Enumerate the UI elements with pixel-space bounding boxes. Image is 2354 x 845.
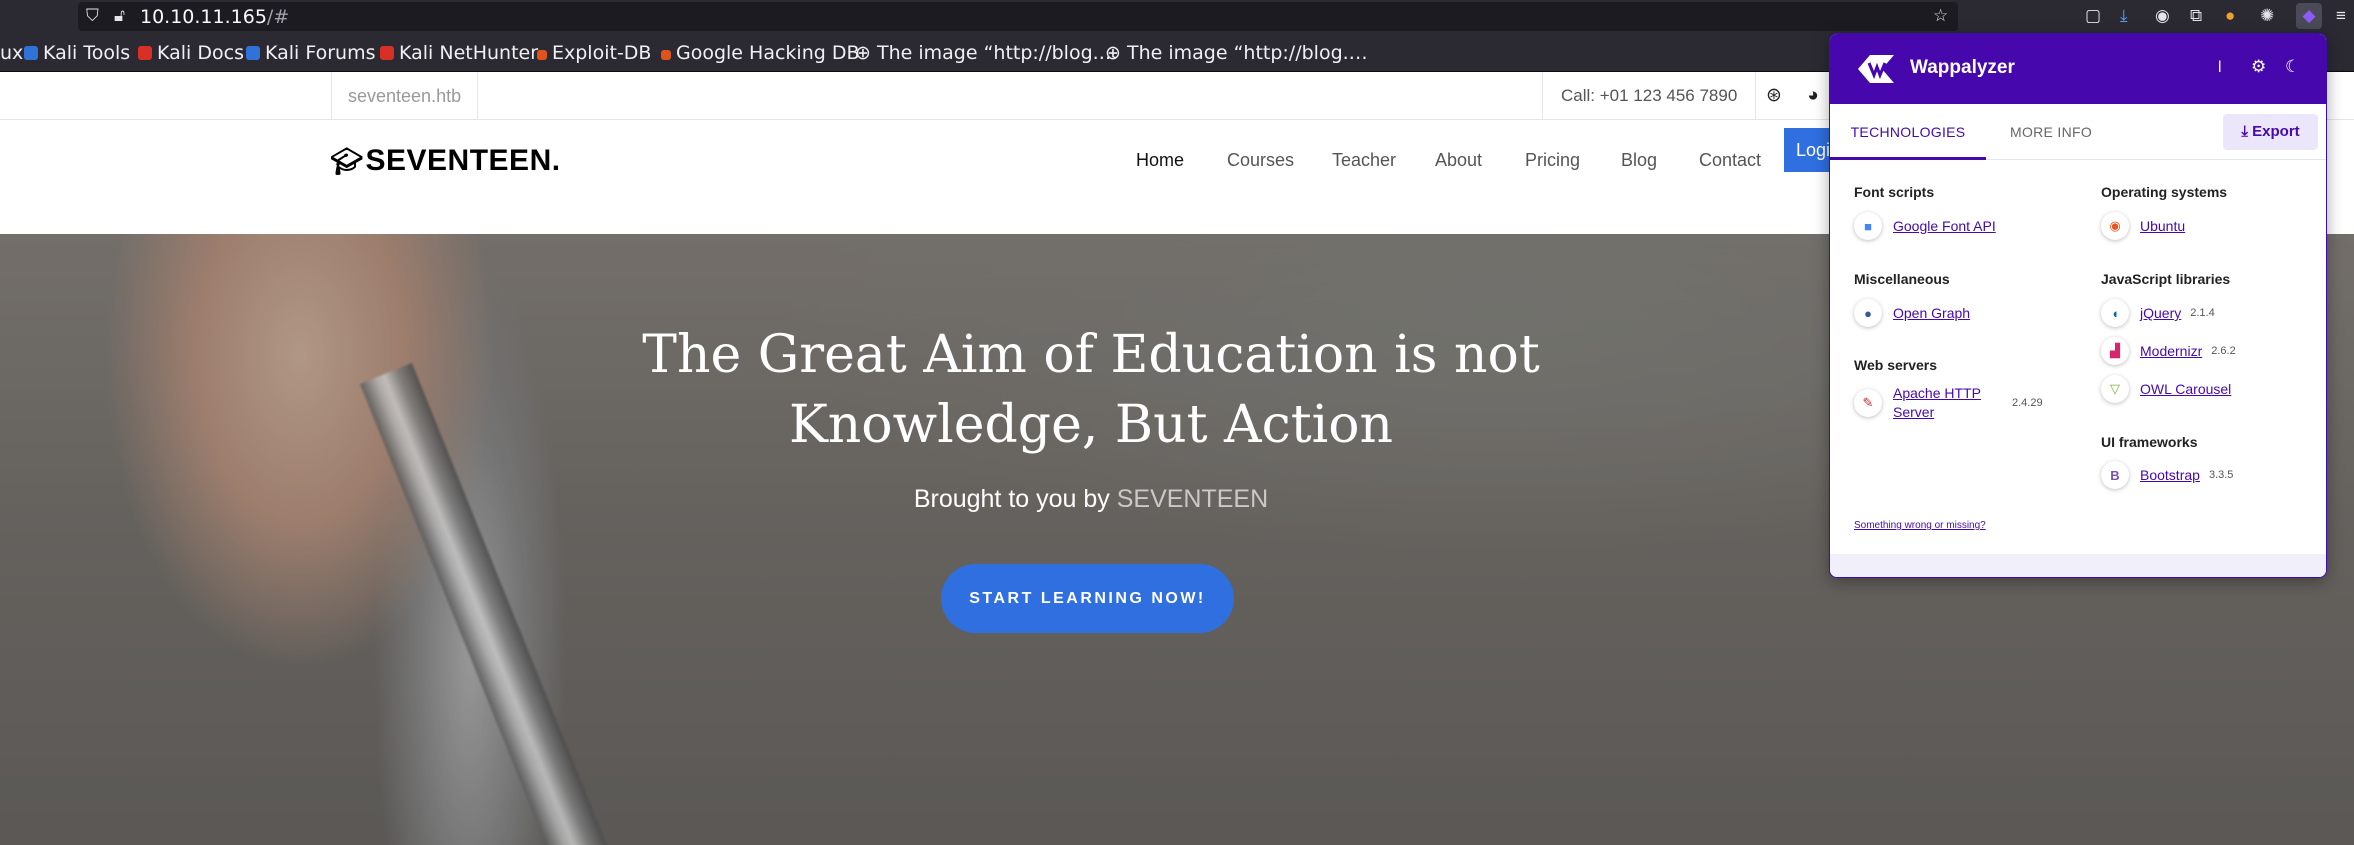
tech-ubuntu[interactable]: ◉ Ubuntu [2101, 212, 2185, 240]
bookmark-google-hacking-db[interactable]: Google Hacking DB [661, 42, 860, 64]
wappalyzer-logo-icon [1858, 55, 1894, 83]
google-font-icon: ■ [1854, 212, 1882, 240]
toggle-icon[interactable]: ⏽ [2213, 57, 2226, 77]
category-miscellaneous: Miscellaneous [1854, 271, 1950, 287]
globe-icon: ⊕ [855, 42, 877, 64]
export-button[interactable]: ⤓ Export [2223, 114, 2318, 150]
bookmark-exploit-db[interactable]: Exploit-DB [537, 42, 651, 64]
site-logo[interactable]: 🎓︎SEVENTEEN. [330, 144, 561, 178]
wappalyzer-title: Wappalyzer [1910, 57, 2015, 78]
tech-google-font-api[interactable]: ■ Google Font API [1854, 212, 1996, 240]
kali-icon [138, 46, 152, 60]
category-operating-systems: Operating systems [2101, 184, 2228, 200]
exploit-db-icon [661, 50, 671, 60]
nav-home[interactable]: Home [1136, 150, 1184, 171]
bookmark-image-2[interactable]: ⊕ The image “http://blog.… [1105, 42, 1368, 64]
kali-icon [246, 46, 260, 60]
site-phone: Call: +01 123 456 7890 [1542, 72, 1757, 120]
browser-toolbar: ⛉ 🔓︎ 10.10.11.165/# ☆ ▢ ⤓ ◉ ⧉ ● ✺ ◆ ≡ [0, 0, 2354, 33]
github-icon[interactable]: ◕ [1802, 85, 1824, 107]
globe-icon: ⊕ [1105, 42, 1127, 64]
bookmark-kali-forums[interactable]: Kali Forums [246, 42, 376, 64]
nav-contact[interactable]: Contact [1699, 150, 1761, 171]
exploit-db-icon [537, 50, 547, 60]
hero-subtitle: Brought to you by SEVENTEEN [913, 485, 1269, 513]
tab-more-info[interactable]: MORE INFO [2010, 104, 2092, 160]
category-font-scripts: Font scripts [1854, 184, 1935, 200]
url-bar[interactable]: ⛉ 🔓︎ 10.10.11.165/# ☆ [78, 2, 1958, 31]
shield-icon[interactable]: ⛉ [86, 6, 99, 26]
nav-courses[interactable]: Courses [1227, 150, 1294, 171]
nav-pricing[interactable]: Pricing [1525, 150, 1580, 171]
kali-icon [24, 46, 38, 60]
kali-icon [380, 46, 394, 60]
wappalyzer-tabs: TECHNOLOGIES MORE INFO ⤓ Export [1830, 104, 2326, 160]
wappalyzer-extension-icon[interactable]: ◆ [2296, 3, 2322, 29]
bookmark-item[interactable]: ux [0, 42, 23, 64]
site-domain: seventeen.htb [331, 72, 479, 120]
nav-about[interactable]: About [1435, 150, 1482, 171]
dribbble-icon[interactable]: ⊛ [1763, 85, 1785, 107]
download-icon: ⤓ [2241, 123, 2253, 140]
something-wrong-link[interactable]: Something wrong or missing? [1854, 520, 1986, 531]
gear-icon[interactable]: ⚙ [2251, 57, 2266, 77]
wappalyzer-footer [1830, 554, 2326, 577]
wappalyzer-header: Wappalyzer ⏽ ⚙ ☾ [1830, 34, 2326, 104]
addon-icon[interactable]: ● [2225, 6, 2235, 26]
settings-addon-icon[interactable]: ✺ [2260, 6, 2274, 26]
menu-icon[interactable]: ≡ [2336, 6, 2346, 26]
url-text[interactable]: 10.10.11.165/# [140, 6, 289, 28]
download-icon[interactable]: ⤓ [2120, 6, 2128, 26]
tab-technologies[interactable]: TECHNOLOGIES [1830, 104, 1986, 160]
category-javascript-libraries: JavaScript libraries [2101, 271, 2231, 287]
pocket-icon[interactable]: ▢ [2085, 6, 2101, 26]
moon-icon[interactable]: ☾ [2285, 57, 2300, 77]
hero-title-line-1: The Great Aim of Education is not [642, 325, 1540, 385]
graduation-cap-icon: 🎓︎ [330, 146, 364, 176]
extensions-icon[interactable]: ⧉ [2190, 6, 2202, 26]
bookmark-kali-nethunter[interactable]: Kali NetHunter [380, 42, 538, 64]
ubuntu-icon: ◉ [2101, 212, 2129, 240]
account-icon[interactable]: ◉ [2155, 6, 2170, 26]
nav-blog[interactable]: Blog [1621, 150, 1657, 171]
bookmark-kali-docs[interactable]: Kali Docs [138, 42, 244, 64]
hero-title-line-2: Knowledge, But Action [788, 395, 1394, 455]
star-icon[interactable]: ☆ [1933, 6, 1948, 26]
bookmark-kali-tools[interactable]: Kali Tools [24, 42, 130, 64]
start-learning-button[interactable]: START LEARNING NOW! [941, 564, 1234, 633]
bookmark-image-1[interactable]: ⊕ The image “http://blog.… [855, 42, 1118, 64]
nav-teacher[interactable]: Teacher [1332, 150, 1396, 171]
lock-icon[interactable]: 🔓︎ [114, 6, 125, 26]
hero-title: The Great Aim of Education is not Knowle… [0, 320, 2182, 460]
